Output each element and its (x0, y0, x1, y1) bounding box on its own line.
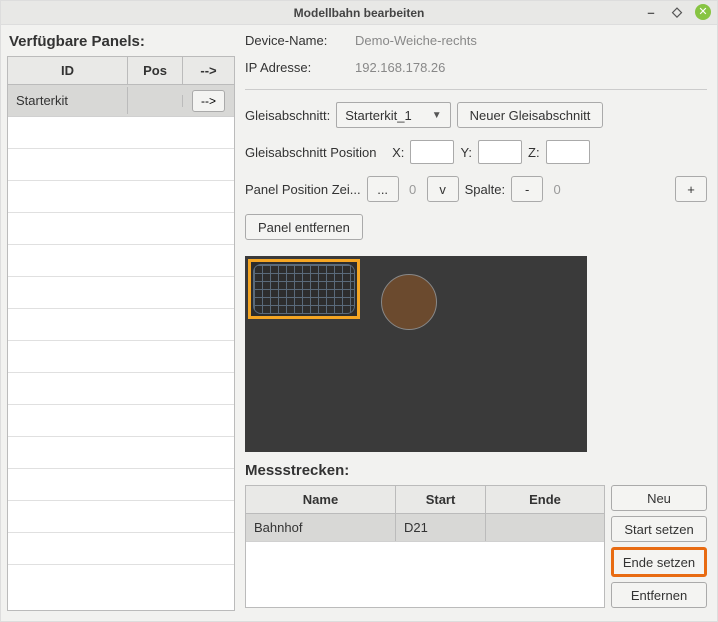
col-id-header[interactable]: ID (8, 57, 128, 84)
ms-col-name[interactable]: Name (246, 486, 396, 513)
panel-pos-cell (128, 95, 183, 107)
col-action-header[interactable]: --> (183, 57, 234, 84)
messstrecken-header: Messstrecken: (245, 462, 707, 479)
ms-name-cell: Bahnhof (246, 514, 396, 541)
ms-end-cell (486, 514, 604, 541)
ms-remove-button[interactable]: Entfernen (611, 582, 707, 608)
spalte-minus-button[interactable]: - (511, 176, 543, 202)
ms-new-button[interactable]: Neu (611, 485, 707, 511)
col-pos-header[interactable]: Pos (128, 57, 183, 84)
gleisabschnitt-pos-label: Gleisabschnitt Position (245, 145, 377, 160)
panel-add-button[interactable]: --> (192, 90, 225, 112)
table-row[interactable]: Starterkit --> (8, 85, 234, 117)
close-icon[interactable]: ✕ (695, 4, 711, 20)
panel-thumbnail[interactable] (248, 259, 360, 319)
minimize-icon[interactable]: – (643, 4, 659, 20)
ms-start-cell: D21 (396, 514, 486, 541)
device-name-value: Demo-Weiche-rechts (355, 33, 477, 48)
panel-row-value: 0 (405, 182, 421, 197)
z-label: Z: (528, 145, 540, 160)
spalte-plus-button[interactable]: + (675, 176, 707, 202)
available-panels-table: ID Pos --> Starterkit --> (7, 56, 235, 611)
preview-circle-icon (381, 274, 437, 330)
ms-col-start[interactable]: Start (396, 486, 486, 513)
spalte-label: Spalte: (465, 182, 505, 197)
x-input[interactable] (410, 140, 454, 164)
ip-address-value: 192.168.178.26 (355, 60, 445, 75)
table-row[interactable]: Bahnhof D21 (246, 514, 604, 542)
spalte-value: 0 (549, 182, 565, 197)
new-gleisabschnitt-button[interactable]: Neuer Gleisabschnitt (457, 102, 604, 128)
ip-address-label: IP Adresse: (245, 60, 355, 75)
panel-row-v-button[interactable]: v (427, 176, 459, 202)
available-panels-header: Verfügbare Panels: (7, 33, 235, 50)
panel-id-cell: Starterkit (8, 87, 128, 114)
gleisabschnitt-label: Gleisabschnitt: (245, 108, 330, 123)
maximize-icon[interactable]: ◇ (669, 4, 685, 20)
y-label: Y: (460, 145, 472, 160)
gleisabschnitt-selected: Starterkit_1 (345, 108, 411, 123)
device-name-label: Device-Name: (245, 33, 355, 48)
window-title: Modellbahn bearbeiten (294, 6, 425, 20)
panel-grid-icon (253, 264, 355, 314)
panel-position-label: Panel Position Zei... (245, 182, 361, 197)
z-input[interactable] (546, 140, 590, 164)
ms-start-set-button[interactable]: Start setzen (611, 516, 707, 542)
gleisabschnitt-select[interactable]: Starterkit_1 ▼ (336, 102, 450, 128)
ms-end-set-button[interactable]: Ende setzen (611, 547, 707, 577)
panel-remove-button[interactable]: Panel entfernen (245, 214, 363, 240)
panel-row-more-button[interactable]: ... (367, 176, 399, 202)
x-label: X: (392, 145, 404, 160)
y-input[interactable] (478, 140, 522, 164)
titlebar: Modellbahn bearbeiten – ◇ ✕ (1, 1, 717, 25)
chevron-down-icon: ▼ (432, 110, 442, 121)
ms-col-end[interactable]: Ende (486, 486, 604, 513)
preview-canvas[interactable] (245, 256, 587, 452)
messstrecken-table: Name Start Ende Bahnhof D21 (245, 485, 605, 608)
